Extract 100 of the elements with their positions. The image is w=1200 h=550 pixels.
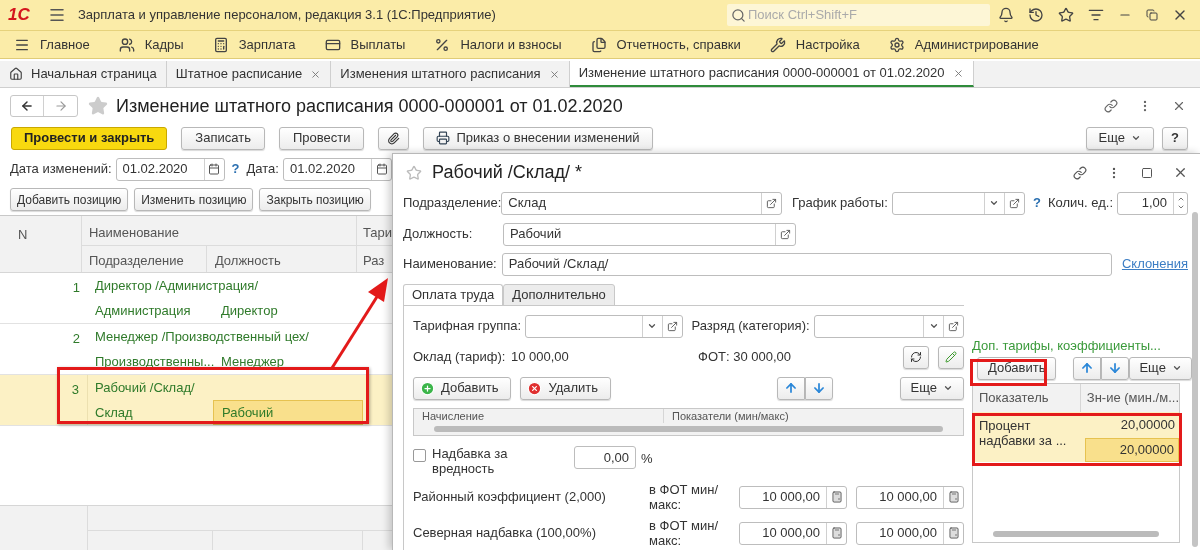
scrollbar[interactable] — [434, 426, 943, 432]
dropdown-icon[interactable] — [647, 321, 658, 331]
column-header[interactable]: Раз — [356, 246, 392, 272]
star-icon[interactable] — [1058, 7, 1074, 23]
min-field[interactable]: 10 000,00 — [739, 521, 847, 545]
table-row[interactable]: 3 Рабочий /Склад/ Склад Рабочий — [0, 375, 392, 426]
spin-up-icon[interactable] — [1176, 195, 1185, 203]
help-button[interactable]: ? — [1162, 126, 1188, 150]
pencil-icon — [945, 351, 957, 363]
close-icon[interactable] — [310, 68, 322, 80]
toolbar-button[interactable]: Провести — [278, 126, 365, 150]
section-item[interactable]: Выплаты — [324, 34, 406, 55]
star-icon[interactable] — [406, 164, 422, 181]
more-button[interactable]: Еще — [1085, 126, 1155, 150]
grade-field[interactable] — [813, 314, 964, 338]
section-item[interactable]: Кадры — [118, 34, 184, 55]
more-button[interactable]: Еще — [1129, 356, 1192, 380]
calculator-icon[interactable] — [947, 491, 960, 503]
tab[interactable]: Начальная страница — [0, 61, 167, 87]
max-field[interactable]: 10 000,00 — [856, 521, 964, 545]
section-item[interactable]: Администрирование — [888, 34, 1039, 55]
column-header[interactable]: N — [0, 216, 82, 272]
attach-button[interactable] — [378, 126, 410, 150]
calculator-icon[interactable] — [830, 527, 843, 539]
units-field[interactable]: 1,00 — [1117, 191, 1188, 215]
open-icon[interactable] — [780, 228, 791, 240]
tab[interactable]: Оплата труда — [403, 284, 504, 306]
refresh-button[interactable] — [903, 345, 929, 369]
link-icon[interactable] — [1104, 99, 1118, 113]
restore-icon[interactable] — [1146, 9, 1158, 21]
column-header[interactable]: Должность — [206, 246, 357, 272]
table-cell: Рабочий — [213, 400, 363, 425]
calendar-icon[interactable] — [375, 163, 388, 175]
column-header[interactable]: Подразделение — [81, 246, 207, 272]
toolbar-button[interactable]: Записать — [181, 126, 265, 150]
maximize-icon[interactable] — [1141, 166, 1153, 179]
close-icon[interactable] — [1172, 99, 1186, 113]
post-and-close-button[interactable]: Провести и закрыть — [11, 126, 168, 150]
column-header[interactable]: Тари — [356, 216, 392, 245]
section-item[interactable]: Отчетность, справки — [590, 34, 741, 55]
add-button[interactable]: Добавить — [413, 376, 512, 400]
more-button[interactable]: Еще — [899, 376, 964, 400]
section-item[interactable]: Налоги и взносы — [434, 34, 562, 55]
tab[interactable]: Изменение штатного расписания 0000-000001 от 01.02.2020 — [569, 61, 974, 87]
tab[interactable]: Штатное расписание — [166, 61, 332, 87]
help-link[interactable]: ? — [1033, 193, 1041, 213]
delete-button[interactable]: Удалить — [520, 376, 612, 400]
table-row[interactable]: Процент надбавки за ... 20,00000 20,00000 — [973, 412, 1179, 462]
add-button[interactable]: Добавить — [977, 356, 1057, 380]
department-field[interactable]: Склад — [501, 191, 782, 215]
edit-button[interactable] — [938, 345, 964, 369]
dropdown-icon[interactable] — [989, 198, 1000, 208]
print-order-button[interactable]: Приказ о внесении изменений — [423, 126, 653, 150]
history-icon[interactable] — [1028, 7, 1044, 23]
move-up-button[interactable] — [777, 376, 806, 400]
tariff-group-field[interactable] — [525, 314, 683, 338]
position-field[interactable]: Рабочий — [503, 222, 796, 246]
move-up-button[interactable] — [1073, 356, 1102, 380]
declension-link[interactable]: Склонения — [1121, 254, 1188, 274]
section-item[interactable]: Зарплата — [212, 34, 296, 55]
close-icon[interactable] — [952, 67, 964, 79]
move-down-button[interactable] — [805, 376, 834, 400]
dropdown-icon[interactable] — [928, 321, 939, 331]
max-field[interactable]: 10 000,00 — [856, 485, 964, 509]
scrollbar[interactable] — [1192, 212, 1198, 547]
open-icon[interactable] — [666, 320, 678, 332]
column-header[interactable]: Начисление — [414, 409, 664, 423]
open-icon[interactable] — [1009, 197, 1020, 209]
date-field[interactable]: 01.02.2020 — [115, 157, 225, 181]
tab[interactable]: Изменения штатного расписания — [331, 61, 570, 87]
min-field[interactable]: 10 000,00 — [739, 485, 847, 509]
close-icon[interactable] — [1173, 165, 1188, 180]
calendar-icon[interactable] — [208, 163, 221, 175]
section-item[interactable]: Настройка — [769, 34, 860, 55]
tab[interactable]: Дополнительно — [503, 284, 615, 306]
position-button[interactable]: Закрыть позицию — [259, 188, 371, 211]
position-button[interactable]: Добавить позицию — [10, 188, 129, 211]
open-icon[interactable] — [948, 320, 959, 332]
menu-icon[interactable] — [48, 6, 66, 24]
column-header[interactable]: Показатели (мин/макс) — [664, 409, 789, 423]
spin-down-icon[interactable] — [1176, 203, 1185, 211]
column-header[interactable]: Зн-ие (мин./м... — [1080, 384, 1179, 412]
schedule-field[interactable] — [891, 191, 1025, 215]
scrollbar[interactable] — [993, 531, 1159, 537]
name-field[interactable]: Рабочий /Склад/ — [501, 252, 1112, 276]
bell-icon[interactable] — [998, 7, 1014, 23]
open-icon[interactable] — [766, 197, 777, 209]
close-icon[interactable] — [548, 68, 560, 80]
link-icon[interactable] — [1073, 165, 1087, 180]
checkbox[interactable] — [413, 449, 426, 462]
calculator-icon[interactable] — [830, 491, 843, 503]
hazard-field[interactable]: 0,00 — [574, 446, 636, 469]
move-down-button[interactable] — [1101, 356, 1130, 380]
position-button[interactable]: Изменить позицию — [134, 188, 254, 211]
column-header[interactable]: Наименование — [81, 216, 357, 245]
section-item[interactable]: Главное — [14, 34, 90, 55]
help-link[interactable]: ? — [231, 159, 240, 179]
calculator-icon[interactable] — [947, 527, 960, 539]
date-field[interactable]: 01.02.2020 — [282, 157, 392, 181]
filter-icon[interactable] — [1088, 7, 1104, 23]
